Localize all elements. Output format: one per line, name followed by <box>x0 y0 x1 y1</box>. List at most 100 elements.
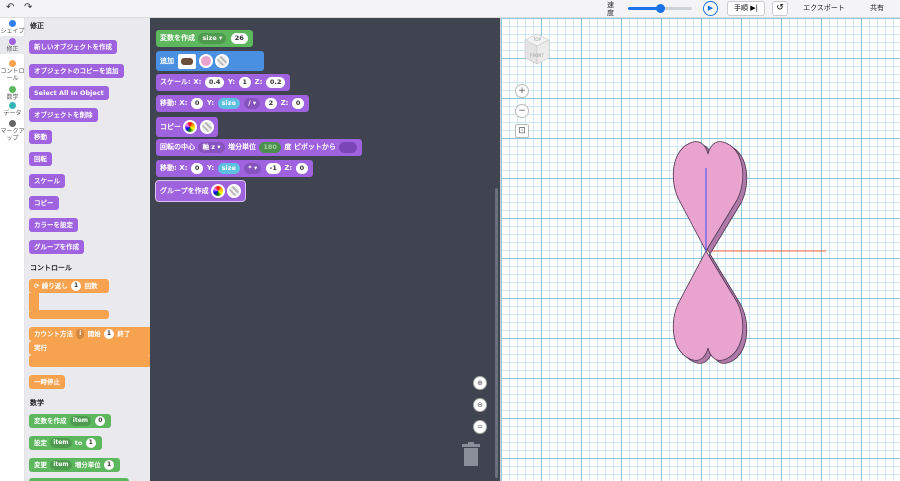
ws-group-material-swatch[interactable] <box>227 184 242 198</box>
block-change-variable[interactable]: 変更 item 増分単位 1 <box>29 458 121 472</box>
block-workspace[interactable]: 変数を作成 size ▾ 26 追加 スケール: X: 0.4 Y: 1 Z: … <box>150 18 500 481</box>
ws-move1-z[interactable]: 0 <box>291 97 305 109</box>
reset-button[interactable]: ↺ <box>772 1 788 16</box>
ws-create-variable[interactable]: 変数を作成 size ▾ 26 <box>156 30 253 47</box>
ws-scale-z[interactable]: 0.2 <box>265 76 286 88</box>
workspace-reset-zoom-icon[interactable]: = <box>473 420 487 434</box>
ws-move1-y-num[interactable]: 2 <box>264 97 278 109</box>
ws-add-color-swatch[interactable] <box>198 54 213 68</box>
ws-move1-x[interactable]: 0 <box>190 97 204 109</box>
export-button[interactable]: エクスポート <box>798 1 850 16</box>
3d-viewport[interactable]: TOP FRONT + − ⊡ <box>500 18 900 481</box>
ws-scale-x[interactable]: 0.4 <box>204 76 225 88</box>
modify-category-dot <box>9 38 16 45</box>
category-math[interactable]: 数学 <box>0 86 25 101</box>
block-count-with[interactable]: カウント方法 i 開始 1 終了 <box>29 327 150 341</box>
ws-move1-y-var[interactable]: size <box>217 97 240 109</box>
repeat-count[interactable]: 1 <box>70 281 82 291</box>
repeat-foot <box>29 310 109 319</box>
play-button[interactable]: ▶ <box>703 1 718 16</box>
ws-move2-y-label: Y: <box>206 164 215 172</box>
change-var-by: 増分単位 <box>74 461 101 469</box>
ws-group-color-swatch[interactable] <box>211 184 226 198</box>
block-scale[interactable]: スケール <box>29 174 65 188</box>
ws-create-var-name[interactable]: size ▾ <box>198 32 227 44</box>
top-heart-shape[interactable] <box>672 141 744 252</box>
ws-copy-color-swatch[interactable] <box>183 120 198 134</box>
workspace-zoom-in-icon[interactable]: ⊕ <box>473 376 487 390</box>
control-header: コントロール <box>30 264 72 272</box>
ws-move2-y-num[interactable]: -1 <box>265 162 281 174</box>
scene-canvas <box>672 141 826 364</box>
ws-move-block-2[interactable]: 移動: X: 0 Y: size * ▾ -1 Z: 0 <box>156 160 314 177</box>
ws-rotate-axis[interactable]: 軸 z ▾ <box>198 141 225 153</box>
set-var-to: to <box>74 439 83 447</box>
create-var-value[interactable]: 0 <box>95 416 106 426</box>
repeat-arm <box>29 293 39 311</box>
block-group[interactable]: グループを作成 <box>29 240 85 254</box>
ws-move1-z-label: Z: <box>280 99 289 107</box>
ws-copy-block[interactable]: コピー <box>156 117 218 137</box>
ws-scale-block[interactable]: スケール: X: 0.4 Y: 1 Z: 0.2 <box>156 74 291 91</box>
category-control[interactable]: コントロール <box>0 60 25 82</box>
ws-move2-x-label: X: <box>179 164 188 172</box>
ws-rotate-angle[interactable]: 180 <box>259 141 281 153</box>
ws-scale-y[interactable]: 1 <box>238 76 252 88</box>
category-data[interactable]: データ <box>0 102 25 117</box>
ws-add-shape-thumb[interactable] <box>178 53 197 69</box>
block-repeat[interactable]: ⟳ 繰り返し 1 回数 <box>29 279 109 293</box>
step-label: 手順 <box>734 4 748 12</box>
share-button[interactable]: 共有 <box>862 1 892 16</box>
ws-move2-op[interactable]: * ▾ <box>244 162 262 174</box>
block-pause[interactable]: 一時停止 <box>29 375 65 389</box>
ws-copy-material-swatch[interactable] <box>199 120 214 134</box>
speed-slider[interactable] <box>628 4 692 13</box>
block-set-color[interactable]: カラーを設定 <box>29 218 78 232</box>
modify-header: 修正 <box>30 22 44 30</box>
ws-move2-z[interactable]: 0 <box>295 162 309 174</box>
ws-move1-op[interactable]: / ▾ <box>244 97 261 109</box>
set-var-value[interactable]: 1 <box>85 438 96 448</box>
count-start-label: 開始 <box>87 330 101 338</box>
category-rail: シェイプ 修正 コントロール 数学 データ マークアップ <box>0 18 25 481</box>
block-copy[interactable]: コピー <box>29 196 59 210</box>
category-markup[interactable]: マークアップ <box>0 120 25 142</box>
block-add-copy[interactable]: オブジェクトのコピーを追加 <box>29 64 124 78</box>
ws-create-var-value[interactable]: 26 <box>230 32 248 44</box>
block-select-all[interactable]: Select All In Object <box>29 86 109 100</box>
workspace-scrollbar[interactable] <box>495 188 498 478</box>
trash-icon[interactable] <box>461 442 481 467</box>
speed-slider-knob[interactable] <box>656 4 665 13</box>
ws-create-var-name-text: size <box>202 33 217 42</box>
block-create-variable[interactable]: 変数を作成 item 0 <box>29 414 112 428</box>
ws-scale-z-label: Z: <box>254 78 263 86</box>
change-var-value[interactable]: 1 <box>104 460 115 470</box>
ws-move2-y-var[interactable]: size <box>217 162 240 174</box>
set-var-name[interactable]: item <box>50 438 72 448</box>
category-modify[interactable]: 修正 <box>0 36 25 54</box>
bottom-heart-shape[interactable] <box>672 250 744 361</box>
block-move[interactable]: 移動 <box>29 130 52 144</box>
ws-move-block-1[interactable]: 移動: X: 0 Y: size / ▾ 2 Z: 0 <box>156 95 310 112</box>
ws-add-material-swatch[interactable] <box>215 54 230 68</box>
ws-move2-x[interactable]: 0 <box>190 162 204 174</box>
workspace-zoom-out-icon[interactable]: ⊖ <box>473 398 487 412</box>
step-button[interactable]: 手順 ▶| <box>727 1 765 16</box>
category-label: シェイプ <box>0 28 25 35</box>
ws-group-block[interactable]: グループを作成 <box>154 180 247 202</box>
block-delete-object[interactable]: オブジェクトを削除 <box>29 108 98 122</box>
count-foot <box>29 355 150 367</box>
ws-add-block[interactable]: 追加 <box>156 51 264 71</box>
ws-rotate-pivot-slot[interactable] <box>339 141 358 153</box>
count-start[interactable]: 1 <box>103 329 115 339</box>
block-rotate[interactable]: 回転 <box>29 152 52 166</box>
create-var-name[interactable]: item <box>69 416 92 426</box>
change-var-name[interactable]: item <box>50 460 72 470</box>
block-set-variable[interactable]: 設定 item to 1 <box>29 436 102 450</box>
count-var[interactable]: i <box>76 329 85 339</box>
ws-rotate-block[interactable]: 回転の中心 軸 z ▾ 増分単位 180 度 ピボットから <box>156 139 363 156</box>
undo-icon[interactable]: ↶ <box>6 2 14 13</box>
category-shapes[interactable]: シェイプ <box>0 20 25 35</box>
redo-icon[interactable]: ↷ <box>24 2 32 13</box>
block-new-object[interactable]: 新しいオブジェクトを作成 <box>29 40 117 54</box>
